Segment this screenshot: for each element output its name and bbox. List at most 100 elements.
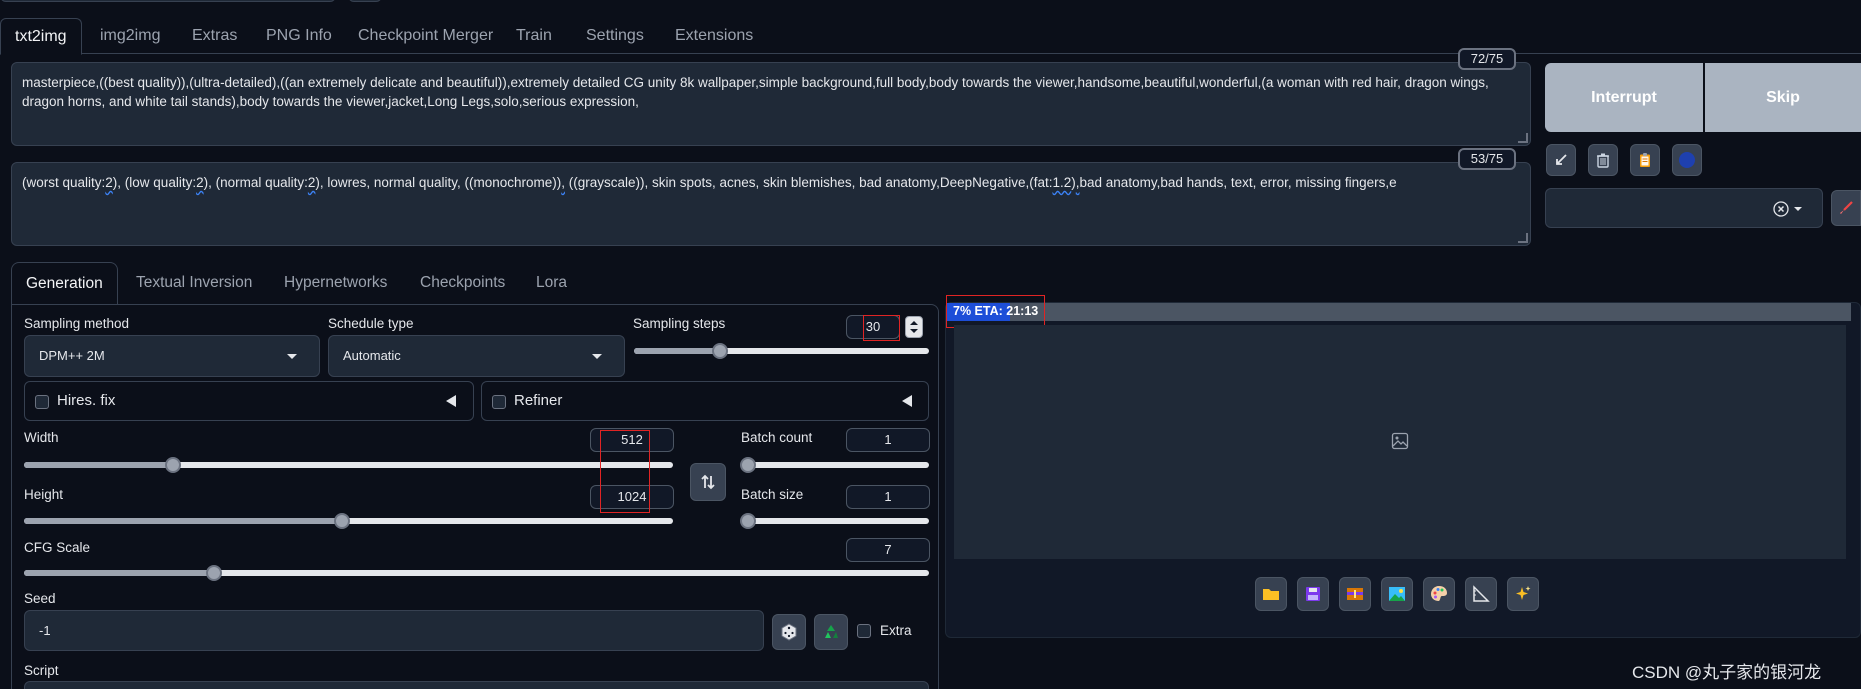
steps-highlight-box: [863, 315, 900, 341]
cfg-scale-label: CFG Scale: [24, 540, 91, 555]
swap-dimensions-button[interactable]: [690, 463, 726, 501]
top-stub-left: [0, 0, 336, 2]
batch-count-slider[interactable]: [740, 457, 929, 473]
batch-size-slider[interactable]: [740, 513, 929, 529]
negative-prompt-part: ((grayscale)), skin spots, acnes, skin b…: [565, 175, 1053, 190]
hires-fix-accordion[interactable]: Hires. fix: [24, 381, 474, 421]
hires-fix-checkbox[interactable]: [35, 395, 49, 409]
upscale-button[interactable]: [1507, 577, 1539, 611]
slider-thumb[interactable]: [711, 343, 728, 359]
arrow-button[interactable]: [1546, 144, 1576, 176]
zip-button[interactable]: [1339, 577, 1371, 611]
sampling-method-dropdown[interactable]: DPM++ 2M: [24, 335, 320, 377]
resize-handle[interactable]: [1518, 233, 1528, 243]
schedule-type-value: Automatic: [343, 348, 401, 363]
tab-extras[interactable]: Extras: [178, 18, 251, 54]
height-slider[interactable]: [24, 513, 673, 529]
negative-prompt-part: ), lowres, normal quality, ((monochrome)…: [315, 175, 562, 190]
clear-icon[interactable]: [1773, 201, 1789, 217]
styles-dropdown[interactable]: [1545, 188, 1823, 228]
slider-fill: [24, 518, 342, 524]
tab-checkpoints[interactable]: Checkpoints: [406, 262, 519, 304]
send-to-inpaint-button[interactable]: [1423, 577, 1455, 611]
skip-button[interactable]: Skip: [1705, 63, 1861, 132]
tab-textual-inversion[interactable]: Textual Inversion: [122, 262, 266, 304]
refiner-label: Refiner: [514, 392, 563, 409]
arrow-icon: [1556, 154, 1567, 165]
slider-thumb[interactable]: [206, 565, 223, 581]
cfg-scale-slider[interactable]: [24, 565, 929, 581]
width-label: Width: [24, 430, 59, 445]
resize-handle[interactable]: [1518, 133, 1528, 143]
chevron-down-icon: [287, 354, 297, 359]
negative-prompt-part: 2: [105, 175, 113, 190]
sampling-steps-stepper[interactable]: [905, 316, 923, 338]
top-stub-button[interactable]: [348, 0, 382, 2]
palette-icon: [1431, 586, 1447, 601]
slider-thumb[interactable]: [334, 513, 350, 529]
open-folder-button[interactable]: [1255, 577, 1287, 611]
script-dropdown[interactable]: [24, 681, 929, 689]
main-tab-bar: txt2img img2img Extras PNG Info Checkpoi…: [0, 18, 1861, 55]
tab-train[interactable]: Train: [502, 18, 566, 54]
style-button[interactable]: [1672, 144, 1702, 176]
image-icon: [1389, 587, 1405, 601]
tab-generation[interactable]: Generation: [11, 262, 118, 305]
sampling-method-value: DPM++ 2M: [39, 348, 105, 363]
tab-lora[interactable]: Lora: [522, 262, 581, 304]
send-to-extras-button[interactable]: [1465, 577, 1497, 611]
cfg-scale-input[interactable]: 7: [846, 538, 930, 562]
collapse-arrow-icon: [902, 395, 912, 407]
trash-icon: [1597, 153, 1609, 168]
negative-prompt-part: 1.2: [1052, 175, 1072, 190]
save-button[interactable]: [1297, 577, 1329, 611]
height-label: Height: [24, 487, 64, 502]
recycle-icon: [825, 625, 838, 638]
dice-icon: [781, 623, 797, 641]
trash-button[interactable]: [1588, 144, 1618, 176]
negative-prompt-part: ), (low quality:: [112, 175, 197, 190]
slider-fill: [634, 348, 720, 354]
watermark: CSDN @丸子家的银河龙: [1632, 663, 1822, 682]
sampling-steps-slider[interactable]: [634, 343, 929, 359]
random-seed-button[interactable]: [772, 614, 806, 650]
interrupt-button[interactable]: Interrupt: [1545, 63, 1703, 132]
tab-png-info[interactable]: PNG Info: [252, 18, 346, 54]
extra-label: Extra: [880, 623, 912, 638]
extra-checkbox[interactable]: [857, 624, 871, 638]
tab-txt2img[interactable]: txt2img: [0, 18, 82, 55]
width-slider[interactable]: [24, 457, 673, 473]
tab-extensions[interactable]: Extensions: [661, 18, 767, 54]
refiner-checkbox[interactable]: [492, 395, 506, 409]
edit-styles-button[interactable]: [1831, 190, 1861, 226]
reuse-seed-button[interactable]: [814, 614, 848, 650]
brush-icon: [1840, 201, 1853, 214]
chevron-down-icon: [1794, 207, 1802, 211]
tab-img2img[interactable]: img2img: [86, 18, 174, 54]
batch-size-input[interactable]: 1: [846, 485, 930, 509]
negative-prompt-textarea[interactable]: (worst quality:2), (low quality:2), (nor…: [11, 162, 1531, 246]
negative-prompt-part: (worst quality:: [22, 175, 106, 190]
slider-thumb[interactable]: [740, 457, 756, 473]
slider-thumb[interactable]: [740, 513, 756, 529]
hires-fix-label: Hires. fix: [57, 392, 116, 409]
send-to-img2img-button[interactable]: [1381, 577, 1413, 611]
tab-settings[interactable]: Settings: [572, 18, 658, 54]
sampling-method-label: Sampling method: [24, 316, 130, 331]
stepper-arrows-icon: [910, 321, 918, 333]
tab-hypernetworks[interactable]: Hypernetworks: [270, 262, 401, 304]
swap-arrows-icon: [701, 474, 715, 490]
schedule-type-dropdown[interactable]: Automatic: [328, 335, 625, 377]
batch-count-input[interactable]: 1: [846, 428, 930, 452]
progress-highlight-box: [946, 295, 1045, 328]
script-label: Script: [24, 663, 59, 678]
image-placeholder-icon: [1391, 432, 1409, 450]
ruler-icon: [1473, 585, 1490, 602]
refiner-accordion[interactable]: Refiner: [481, 381, 929, 421]
clipboard-icon: [1640, 153, 1650, 167]
tab-checkpoint-merger[interactable]: Checkpoint Merger: [344, 18, 507, 54]
clipboard-button[interactable]: [1630, 144, 1660, 176]
prompt-textarea[interactable]: masterpiece,((best quality)),(ultra-deta…: [11, 62, 1531, 146]
negative-prompt-part: bad anatomy,bad hands, text, error, miss…: [1079, 175, 1397, 190]
seed-input[interactable]: -1: [24, 610, 764, 651]
